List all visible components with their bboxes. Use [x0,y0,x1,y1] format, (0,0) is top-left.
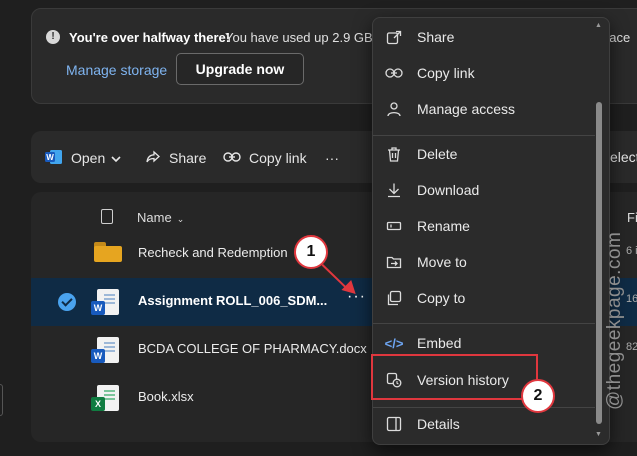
select-partial-label[interactable]: elect [610,149,637,165]
embed-code-icon: </> [384,335,404,351]
file-name[interactable]: Recheck and Redemption [138,245,288,260]
menu-item-label: Copy to [417,290,466,306]
file-size: 16 [626,293,637,305]
scroll-down-arrow-icon[interactable]: ▼ [595,431,602,438]
menu-item-details[interactable]: Details [373,406,595,442]
version-history-highlight [371,354,538,400]
manage-storage-link[interactable]: Manage storage [66,62,167,78]
menu-item-label: Details [417,416,460,432]
folder-icon [94,242,122,262]
move-folder-icon [385,253,403,271]
banner-message: You have used up 2.9 GB. U [225,30,390,45]
info-icon: ! [46,30,60,44]
link-icon [223,150,241,166]
svg-text:W: W [46,153,54,162]
name-column-header[interactable]: Name ⌄ [137,210,184,225]
callout-badge-1: 1 [294,235,328,269]
chevron-down-icon: ⌄ [176,214,185,224]
excel-file-icon: X [91,385,119,411]
menu-item-move-to[interactable]: Move to [373,244,595,280]
share-icon [145,149,161,168]
file-name[interactable]: Book.xlsx [138,389,194,404]
menu-item-delete[interactable]: Delete [373,136,595,172]
name-column-label: Name [137,210,172,225]
menu-item-copy-to[interactable]: Copy to [373,280,595,316]
watermark: @thegeekpage.com [604,231,625,410]
callout-badge-2: 2 [521,379,555,413]
file-name[interactable]: BCDA COLLEGE OF PHARMACY.docx [138,341,367,356]
download-icon [385,181,403,199]
word-icon: W [45,149,63,168]
link-icon [385,64,403,82]
menu-item-label: Move to [417,254,467,270]
menu-item-label: Share [417,29,455,45]
share-button[interactable]: Share [145,148,206,168]
share-icon [385,28,403,46]
copy-link-button[interactable]: Copy link [223,148,307,168]
menu-item-download[interactable]: Download [373,172,595,208]
rename-icon [385,217,403,235]
file-size-column-header[interactable]: Fil [627,210,637,225]
menu-item-label: Delete [417,146,458,162]
menu-item-label: Rename [417,218,470,234]
banner-title: You're over halfway there! [69,30,231,45]
menu-scrollbar[interactable] [596,102,602,424]
more-options-button[interactable]: ··· [325,148,339,168]
file-name[interactable]: Assignment ROLL_006_SDM... [138,293,327,308]
trash-icon [385,145,403,163]
file-size: 6 i [626,245,637,257]
menu-item-rename[interactable]: Rename [373,208,595,244]
menu-item-copy-link[interactable]: Copy link [373,55,595,91]
chevron-down-icon [111,150,121,166]
open-label: Open [71,150,106,166]
menu-item-label: Download [417,182,480,198]
word-file-icon: W [91,289,119,315]
menu-item-label: Embed [417,335,462,351]
share-label: Share [169,150,207,166]
copy-link-label: Copy link [249,150,307,166]
menu-separator [373,323,595,324]
scroll-up-arrow-icon[interactable]: ▲ [595,22,602,29]
word-file-icon: W [91,337,119,363]
file-type-icon[interactable] [101,209,113,224]
open-button[interactable]: W Open [45,148,121,168]
menu-item-label: Copy link [417,65,475,81]
copy-icon [385,289,403,307]
menu-item-share[interactable]: Share [373,19,595,55]
file-size: 82 [626,341,637,353]
menu-item-label: Manage access [417,101,516,117]
upgrade-now-button[interactable]: Upgrade now [176,53,304,85]
checkmark-icon[interactable] [58,293,76,311]
menu-item-manage-access[interactable]: Manage access [373,91,595,127]
person-icon [385,100,403,118]
left-edge-control [0,384,3,416]
details-icon [385,415,403,433]
